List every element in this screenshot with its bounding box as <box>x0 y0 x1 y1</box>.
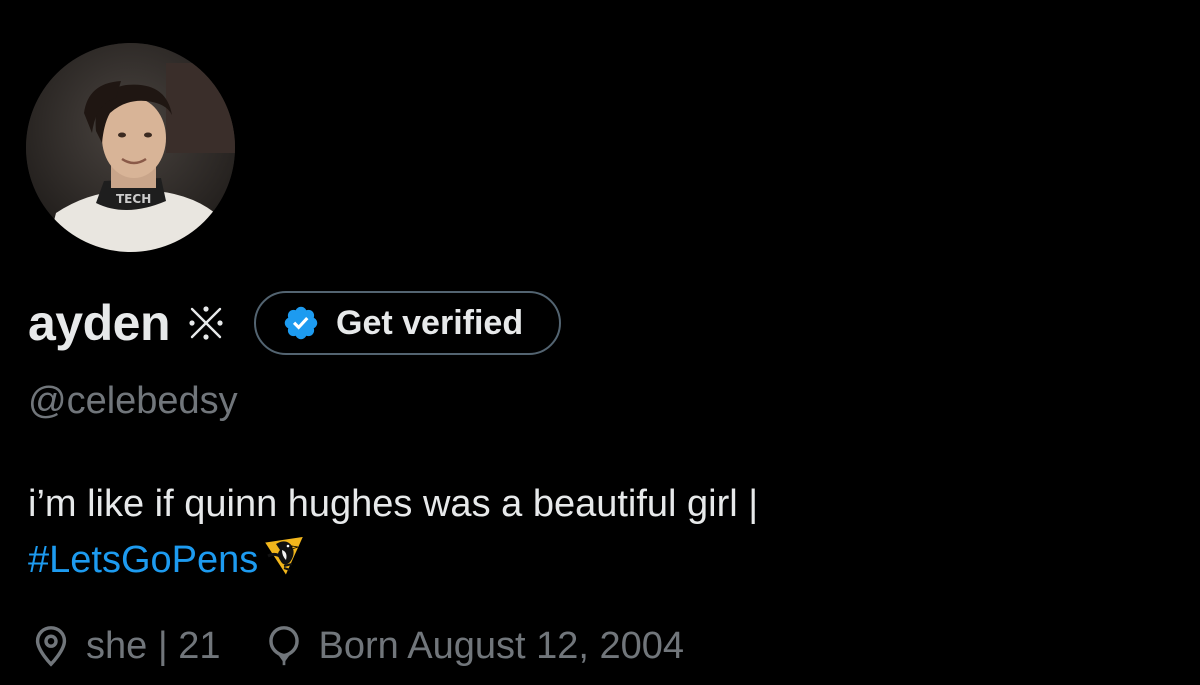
penguin-logo-icon <box>262 534 308 578</box>
user-handle: @celebedsy <box>28 380 238 422</box>
bio: i’m like if quinn hughes was a beautiful… <box>28 476 1178 588</box>
location-pin-icon <box>28 623 74 669</box>
name-row: ayden Get verified <box>28 288 562 358</box>
bio-hashtag-line: #LetsGoPens <box>28 532 1178 588</box>
get-verified-label: Get verified <box>336 303 524 342</box>
meta-birthday-text: Born August 12, 2004 <box>318 624 685 667</box>
bio-text: i’m like if quinn hughes was a beautiful… <box>28 483 759 525</box>
meta-birthday: Born August 12, 2004 <box>261 623 685 669</box>
svg-text:TECH: TECH <box>116 192 151 206</box>
meta-location-text: she | 21 <box>86 624 221 667</box>
profile-meta: she | 21 Born August 12, 2004 <box>28 618 684 674</box>
reference-mark-icon <box>184 301 228 345</box>
avatar[interactable]: TECH <box>26 43 235 252</box>
avatar-image: TECH <box>26 43 235 252</box>
balloon-icon <box>261 623 307 669</box>
hashtag-link[interactable]: #LetsGoPens <box>28 539 258 581</box>
profile-header: TECH ayden Get verified @celebedsy i’m l… <box>0 0 1200 685</box>
display-name: ayden <box>28 295 171 351</box>
verified-badge-icon <box>282 304 320 342</box>
meta-location: she | 21 <box>28 623 221 669</box>
get-verified-button[interactable]: Get verified <box>254 291 562 355</box>
